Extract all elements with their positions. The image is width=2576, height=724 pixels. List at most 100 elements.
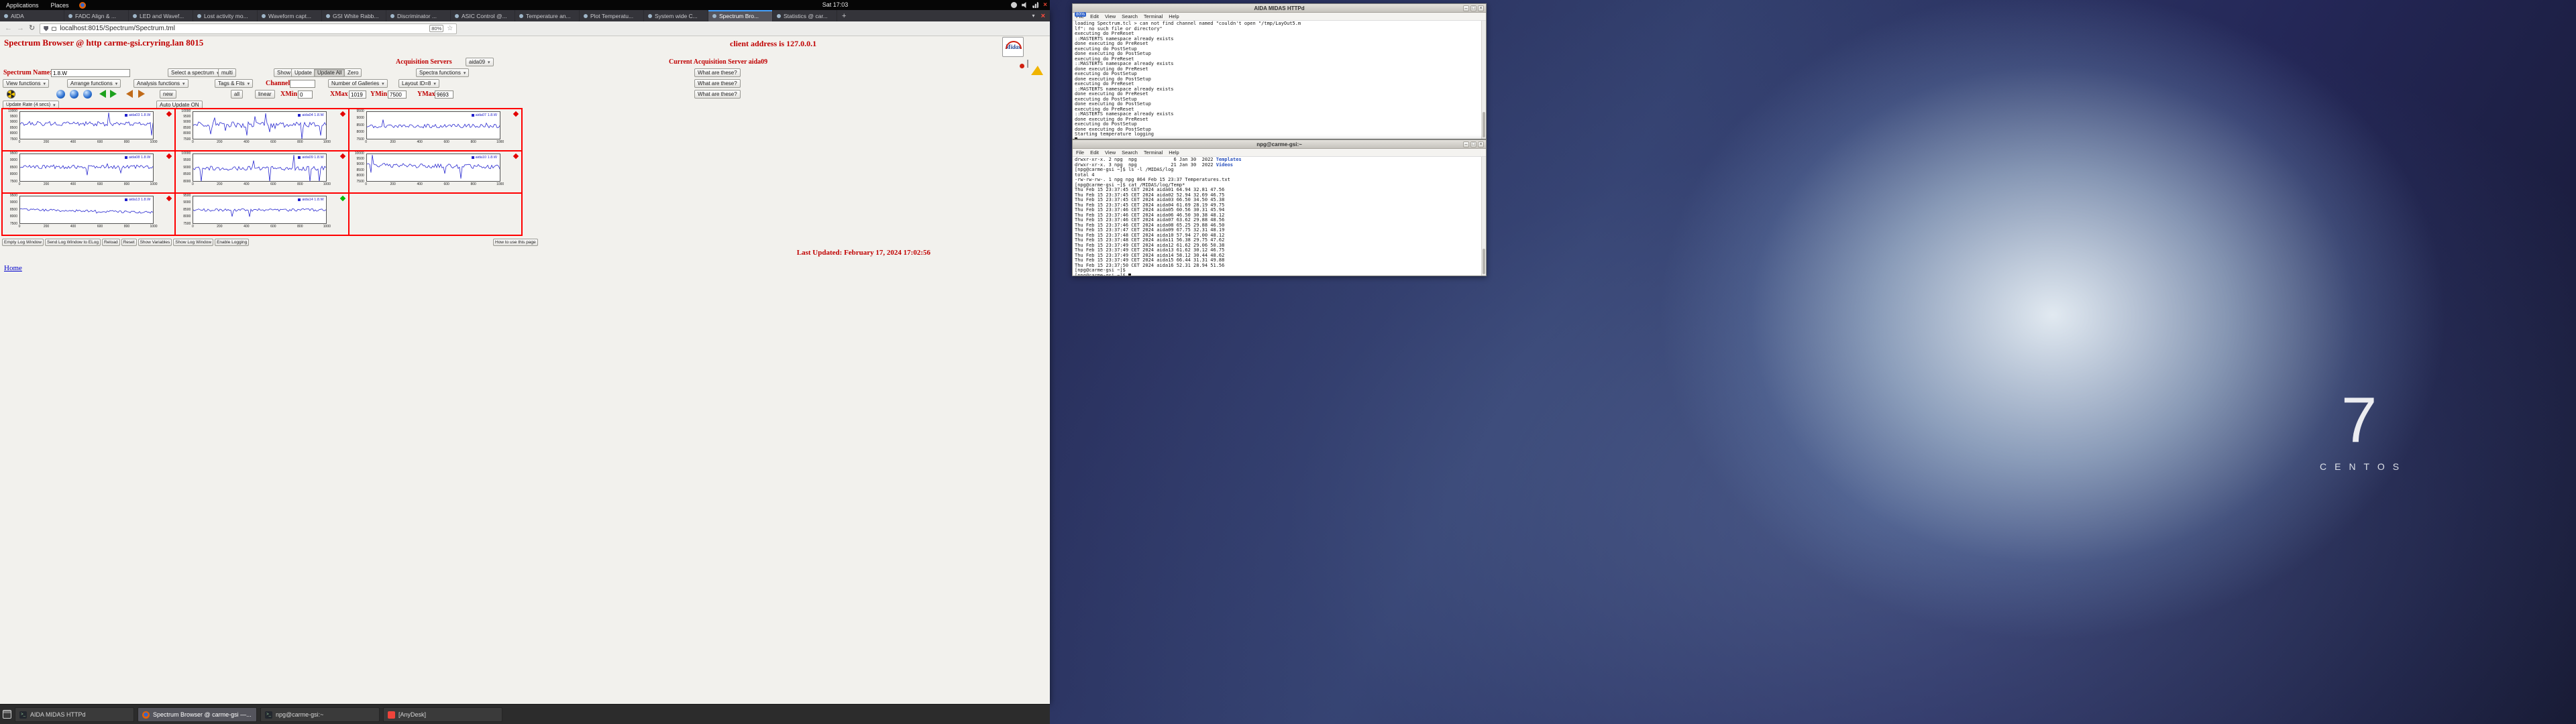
url-bar[interactable]: localhost:8015/Spectrum/Spectrum.tml 80%…: [40, 23, 458, 34]
blue-ball-icon-1[interactable]: [56, 90, 65, 99]
menu-search[interactable]: Search: [1122, 13, 1138, 19]
tab-led-and-wavef[interactable]: LED and Wavef...: [129, 10, 193, 21]
terminal-titlebar[interactable]: AIDA MIDAS HTTPd – □ ×: [1073, 4, 1486, 13]
what-are-these-button-1[interactable]: What are these?: [694, 68, 741, 77]
zero-button[interactable]: Zero: [344, 68, 362, 77]
bookmark-star-icon[interactable]: ☆: [447, 25, 453, 32]
tab-lost-activity-mo[interactable]: Lost activity mo...: [193, 10, 258, 21]
tab-waveform-capt[interactable]: Waveform capt...: [258, 10, 322, 21]
new-tab-button[interactable]: +: [837, 10, 851, 21]
xmin-input[interactable]: [298, 90, 313, 99]
what-are-these-button-3[interactable]: What are these?: [694, 90, 741, 99]
maximize-icon[interactable]: □: [1470, 5, 1477, 11]
menu-search[interactable]: Search: [1122, 149, 1138, 156]
menu-view[interactable]: View: [1105, 149, 1116, 156]
tab-discriminator[interactable]: Discriminator ...: [386, 10, 451, 21]
acquisition-server-select[interactable]: aida09 ▾: [466, 58, 494, 66]
tab-system-wide-c[interactable]: System wide C...: [644, 10, 708, 21]
analysis-functions-dropdown[interactable]: Analysis functions ▾: [133, 79, 189, 88]
radiation-icon[interactable]: [7, 90, 15, 99]
volume-icon[interactable]: [1022, 2, 1026, 8]
tray-red-x-icon[interactable]: ×: [1043, 2, 1047, 9]
taskbar-item[interactable]: >_ AIDA MIDAS HTTPd: [15, 707, 134, 722]
green-left-arrow-icon[interactable]: [99, 90, 106, 98]
tab-gsi-white-rabb[interactable]: GSI White Rabb...: [322, 10, 386, 21]
menu-view[interactable]: View: [1105, 13, 1116, 19]
reset-button[interactable]: Reset: [121, 239, 137, 246]
close-icon[interactable]: ×: [1478, 141, 1484, 147]
menu-terminal[interactable]: Terminal: [1144, 13, 1163, 19]
show-log-window-button[interactable]: Show Log Window: [173, 239, 214, 246]
gallery-cell-aida04[interactable]: 10000 9500 9000 8500 8000 7500 0 200 400 600 800 10…: [176, 109, 348, 150]
gallery-cell-aida08[interactable]: 9500 9000 8500 8000 7500 0 200 400 600 800 1000 aid…: [3, 152, 175, 192]
tab-asic-control[interactable]: ASIC Control @...: [451, 10, 515, 21]
ymax-input[interactable]: [435, 90, 453, 99]
taskbar-item[interactable]: Spectrum Browser @ carme-gsi —...: [138, 707, 257, 722]
gallery-cell-aida03[interactable]: 10000 9500 9000 8500 8000 7500 0 200 400 600 800 10…: [3, 109, 175, 150]
terminal-titlebar[interactable]: npg@carme-gsi:~ – □ ×: [1073, 140, 1486, 149]
tab-plot-temperatu[interactable]: Plot Temperatu...: [580, 10, 644, 21]
enable-logging-button[interactable]: Enable Logging: [215, 239, 250, 246]
tab-aida[interactable]: AIDA: [0, 10, 64, 21]
galleries-dropdown[interactable]: Number of Galleries ▾: [328, 79, 388, 88]
terminal-scrollbar[interactable]: [1481, 21, 1486, 139]
channel-input[interactable]: [290, 80, 315, 88]
taskbar-item[interactable]: >_ npg@carme-gsi:~: [260, 707, 380, 722]
show-variables-button[interactable]: Show Variables: [138, 239, 172, 246]
orange-left-arrow-icon[interactable]: [126, 90, 133, 98]
maximize-icon[interactable]: □: [1470, 141, 1477, 147]
url-text[interactable]: localhost:8015/Spectrum/Spectrum.tml: [60, 25, 426, 32]
spectr um-name-input[interactable]: [51, 69, 130, 77]
empty-log-window-button[interactable]: Empty Log Window: [2, 239, 44, 246]
blue-ball-icon-3[interactable]: [83, 90, 92, 99]
arrange-functions-dropdown[interactable]: Arrange functions ▾: [67, 79, 121, 88]
tracking-shield-icon[interactable]: [44, 25, 49, 32]
linear-button[interactable]: linear: [255, 90, 275, 99]
back-icon[interactable]: ←: [5, 25, 12, 32]
tab-statistics-car[interactable]: Statistics @ car...: [773, 10, 837, 21]
view-functions-dropdown[interactable]: View functions ▾: [3, 79, 49, 88]
zoom-level-badge[interactable]: 80%: [429, 25, 444, 32]
ymin-input[interactable]: [388, 90, 407, 99]
minimize-icon[interactable]: –: [1463, 141, 1469, 147]
minimize-icon[interactable]: –: [1463, 5, 1469, 11]
layout-dropdown[interactable]: Layout ID=8 ▾: [398, 79, 439, 88]
site-info-icon[interactable]: [52, 26, 57, 31]
forward-icon[interactable]: →: [17, 25, 24, 32]
xmax-input[interactable]: [349, 90, 366, 99]
orange-right-arrow-icon[interactable]: [138, 90, 145, 98]
tags-fits-dropdown[interactable]: Tags & Fits ▾: [215, 79, 254, 88]
tab-fadc-align[interactable]: FADC Align & ...: [64, 10, 129, 21]
menu-terminal[interactable]: Terminal: [1144, 149, 1163, 156]
update-all-button[interactable]: Update All: [314, 68, 345, 77]
blue-ball-icon-2[interactable]: [70, 90, 78, 99]
gallery-cell-aida13[interactable]: 9500 9000 8500 8000 7500 0 200 400 600 800 1000 aid…: [3, 194, 175, 235]
update-button[interactable]: Update: [291, 68, 315, 77]
new-button[interactable]: new: [160, 90, 176, 99]
select-spectrum-dropdown[interactable]: Select a spectrum▾: [168, 68, 223, 77]
all-button[interactable]: all: [231, 90, 244, 99]
menu-help[interactable]: Help: [1169, 13, 1179, 19]
how-to-use-button[interactable]: How to use this page: [493, 239, 538, 246]
close-icon[interactable]: ×: [1478, 5, 1484, 11]
gallery-cell-aida14[interactable]: 9500 9000 8500 8000 7500 0 200 400 600 800 1000 aid…: [176, 194, 348, 235]
menu-places[interactable]: Places: [45, 0, 75, 10]
home-link[interactable]: Home: [4, 264, 22, 272]
gallery-cell-aida07[interactable]: 9500 9000 8500 8000 7500 0 200 400 600 800 1000 aid…: [349, 109, 521, 150]
window-list-icon[interactable]: [3, 710, 11, 719]
menu-help[interactable]: Help: [1169, 149, 1179, 156]
multi-button[interactable]: multi: [218, 68, 236, 77]
taskbar-item[interactable]: [AnyDesk]: [383, 707, 502, 722]
accessibility-icon[interactable]: [1011, 2, 1018, 8]
menu-edit[interactable]: Edit: [1090, 149, 1099, 156]
green-right-arrow-icon[interactable]: [110, 90, 117, 98]
what-are-these-button-2[interactable]: What are these?: [694, 79, 741, 88]
menu-file[interactable]: File: [1076, 149, 1084, 156]
network-icon[interactable]: [1032, 2, 1039, 8]
list-tabs-chevron-icon[interactable]: ▾: [1032, 13, 1035, 19]
reload-button[interactable]: Reload: [101, 239, 120, 246]
tab-spectrum-bro[interactable]: Spectrum Bro...: [708, 10, 773, 21]
firefox-app-icon[interactable]: [78, 1, 86, 9]
menu-applications[interactable]: Applications: [0, 0, 45, 10]
terminal-scrollbar[interactable]: [1481, 157, 1486, 276]
